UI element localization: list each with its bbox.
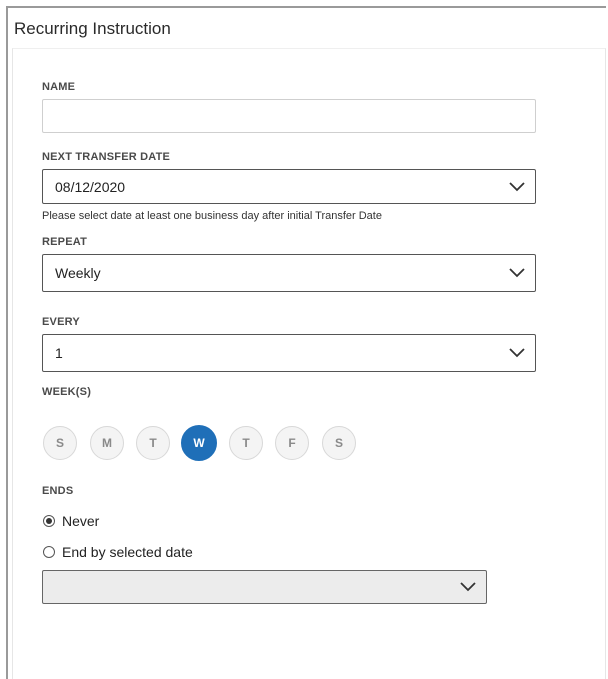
day-tuesday[interactable]: T [136, 426, 170, 460]
every-label: EVERY [42, 316, 80, 328]
ends-label: ENDS [42, 485, 74, 497]
day-wednesday[interactable]: W [181, 425, 217, 461]
end-date-select[interactable] [42, 570, 487, 604]
day-monday[interactable]: M [90, 426, 124, 460]
dialog-title: Recurring Instruction [14, 19, 171, 38]
repeat-select[interactable]: Weekly [42, 254, 536, 292]
chevron-down-icon [509, 348, 525, 358]
ends-never-label: Never [62, 513, 100, 529]
next-transfer-date-hint: Please select date at least one business… [42, 210, 382, 222]
next-transfer-date-label: NEXT TRANSFER DATE [42, 151, 171, 163]
name-input[interactable] [42, 99, 536, 133]
ends-never-option[interactable]: Never [43, 513, 99, 529]
ends-by-date-option[interactable]: End by selected date [43, 544, 193, 560]
chevron-down-icon [509, 181, 525, 191]
day-sunday[interactable]: S [43, 426, 77, 460]
every-select[interactable]: 1 [42, 334, 536, 372]
chevron-down-icon [509, 268, 525, 278]
chevron-down-icon [460, 582, 476, 592]
weeks-label: WEEK(S) [42, 386, 92, 398]
ends-by-date-radio[interactable] [43, 546, 55, 558]
every-value: 1 [55, 345, 63, 361]
next-transfer-date-value: 08/12/2020 [55, 178, 126, 195]
next-transfer-date-select[interactable]: 08/12/2020 [42, 169, 536, 204]
day-friday[interactable]: F [275, 426, 309, 460]
repeat-value: Weekly [55, 265, 101, 281]
day-saturday[interactable]: S [322, 426, 356, 460]
repeat-label: REPEAT [42, 236, 88, 248]
ends-by-date-label: End by selected date [62, 544, 193, 560]
name-label: NAME [42, 81, 76, 93]
ends-never-radio[interactable] [43, 515, 55, 527]
day-thursday[interactable]: T [229, 426, 263, 460]
